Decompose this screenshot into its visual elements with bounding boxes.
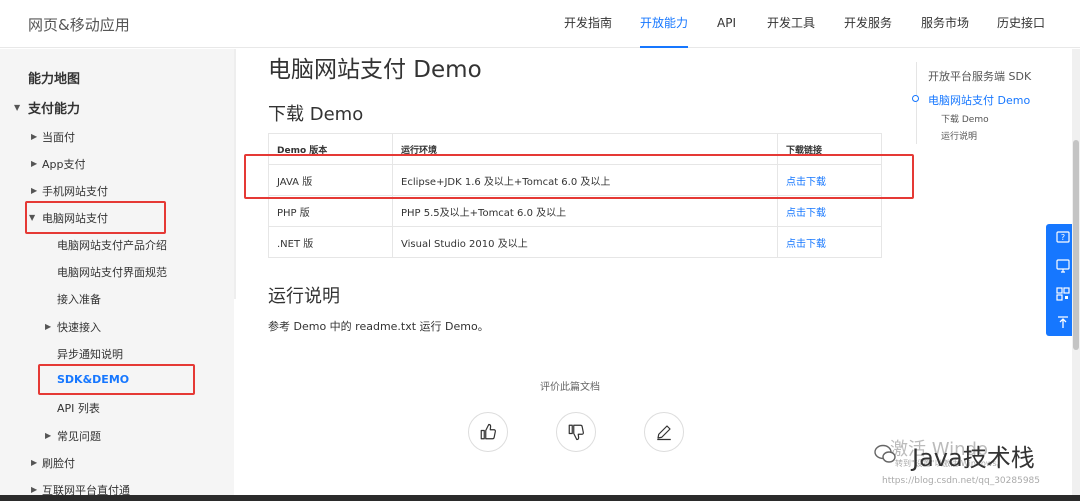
caret-right-icon[interactable]: ▶ bbox=[45, 431, 51, 440]
svg-text:?: ? bbox=[1061, 233, 1065, 242]
download-link[interactable]: 点击下载 bbox=[777, 226, 882, 258]
sidebar-item-ui-spec[interactable]: 电脑网站支付界面规范 bbox=[57, 264, 167, 280]
section-heading-download: 下载 Demo bbox=[268, 104, 364, 125]
caret-down-icon[interactable]: ▼ bbox=[14, 103, 20, 112]
sidebar-item-preparation[interactable]: 接入准备 bbox=[57, 291, 101, 307]
sidebar-item-payment[interactable]: 支付能力 bbox=[28, 98, 80, 117]
toc-active-dot-icon bbox=[912, 95, 919, 102]
caret-right-icon[interactable]: ▶ bbox=[31, 485, 37, 494]
thumbs-up-icon bbox=[480, 423, 496, 440]
sidebar-divider bbox=[234, 49, 236, 299]
nav-open-capability[interactable]: 开放能力 bbox=[640, 0, 689, 48]
download-link[interactable]: 点击下载 bbox=[777, 195, 882, 227]
rate-label: 评价此篇文档 bbox=[540, 382, 600, 393]
qrcode-icon bbox=[1056, 287, 1070, 301]
site-logo[interactable]: 网页&移动应用 bbox=[28, 14, 130, 35]
sidebar-item-face-pay[interactable]: 当面付 bbox=[42, 129, 75, 145]
nav-api[interactable]: API bbox=[717, 0, 736, 48]
toc-line bbox=[916, 62, 917, 144]
table-cell: PHP 版 bbox=[268, 195, 393, 227]
feedback-button[interactable] bbox=[644, 412, 684, 452]
scrollbar-thumb[interactable] bbox=[1073, 140, 1079, 350]
sidebar-item-product-intro[interactable]: 电脑网站支付产品介绍 bbox=[57, 237, 167, 253]
thumbs-up-button[interactable] bbox=[468, 412, 508, 452]
sidebar-item-api-list[interactable]: API 列表 bbox=[57, 400, 100, 416]
nav-dev-guide[interactable]: 开发指南 bbox=[564, 0, 612, 48]
monitor-icon bbox=[1056, 259, 1070, 273]
watermark-java-stack: Java技术栈 bbox=[912, 444, 1035, 472]
thumbs-down-button[interactable] bbox=[556, 412, 596, 452]
thumbs-down-icon bbox=[568, 424, 584, 441]
highlight-box bbox=[244, 154, 914, 199]
caret-right-icon[interactable]: ▶ bbox=[31, 186, 37, 195]
sidebar-item-async-notify[interactable]: 异步通知说明 bbox=[57, 346, 123, 362]
arrow-up-icon bbox=[1058, 316, 1068, 328]
table-cell: Visual Studio 2010 及以上 bbox=[392, 226, 778, 258]
nav-history-api[interactable]: 历史接口 bbox=[997, 0, 1045, 48]
sidebar-item-app-pay[interactable]: App支付 bbox=[42, 156, 86, 172]
sidebar-item-quick-start[interactable]: 快速接入 bbox=[57, 319, 101, 335]
nav-dev-services[interactable]: 开发服务 bbox=[844, 0, 892, 48]
section-heading-run: 运行说明 bbox=[268, 286, 340, 307]
run-description: 参考 Demo 中的 readme.txt 运行 Demo。 bbox=[268, 320, 489, 333]
nav-service-market[interactable]: 服务市场 bbox=[921, 0, 969, 48]
wechat-icon bbox=[874, 444, 896, 463]
table-cell: .NET 版 bbox=[268, 226, 393, 258]
table-cell: PHP 5.5及以上+Tomcat 6.0 及以上 bbox=[392, 195, 778, 227]
toc-item-pc-demo[interactable]: 电脑网站支付 Demo bbox=[928, 92, 1030, 108]
chat-question-icon: ? bbox=[1056, 231, 1070, 243]
caret-right-icon[interactable]: ▶ bbox=[31, 132, 37, 141]
caret-right-icon[interactable]: ▶ bbox=[45, 322, 51, 331]
nav-dev-tools[interactable]: 开发工具 bbox=[767, 0, 815, 48]
caret-right-icon[interactable]: ▶ bbox=[31, 159, 37, 168]
sidebar-item-faq[interactable]: 常见问题 bbox=[57, 428, 101, 444]
toc-item-download-demo[interactable]: 下载 Demo bbox=[941, 112, 989, 125]
table-row: .NET 版 Visual Studio 2010 及以上 点击下载 bbox=[268, 226, 882, 258]
top-navigation-bar: 网页&移动应用 开发指南 开放能力 API 开发工具 开发服务 服务市场 历史接… bbox=[0, 0, 1080, 48]
sidebar-item-face-scan-pay[interactable]: 刷脸付 bbox=[42, 455, 75, 471]
blog-url-watermark: https://blog.csdn.net/qq_30285985 bbox=[882, 476, 1041, 486]
caret-right-icon[interactable]: ▶ bbox=[31, 458, 37, 467]
pencil-icon bbox=[657, 425, 671, 441]
sidebar-item-capability-map[interactable]: 能力地图 bbox=[28, 68, 80, 87]
highlight-box bbox=[25, 201, 166, 234]
highlight-box bbox=[38, 364, 195, 395]
sidebar-item-mobile-web-pay[interactable]: 手机网站支付 bbox=[42, 183, 108, 199]
page-title: 电脑网站支付 Demo bbox=[268, 57, 482, 83]
toc-item-run-notes[interactable]: 运行说明 bbox=[941, 129, 977, 142]
table-row: PHP 版 PHP 5.5及以上+Tomcat 6.0 及以上 点击下载 bbox=[268, 195, 882, 227]
bottom-strip bbox=[0, 495, 1080, 501]
toc-item-server-sdk[interactable]: 开放平台服务端 SDK bbox=[928, 68, 1031, 84]
